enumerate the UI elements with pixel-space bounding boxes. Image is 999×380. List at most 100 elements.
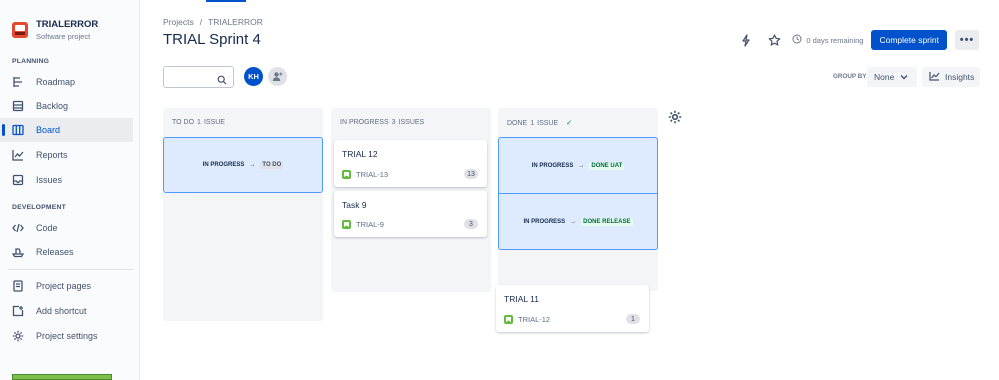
issue-key: TRIAL-13: [342, 170, 388, 179]
column-count: 1: [197, 119, 201, 126]
insights-chart-icon: [929, 71, 940, 83]
sidebar-item-label: Backlog: [36, 101, 69, 111]
project-name: TRIALERROR: [36, 19, 99, 30]
star-icon[interactable]: [764, 30, 784, 50]
insights-button[interactable]: Insights: [922, 67, 980, 87]
group-by-value: None: [874, 72, 895, 82]
complete-sprint-button[interactable]: Complete sprint: [871, 30, 947, 50]
sidebar-item-label: Add shortcut: [36, 306, 87, 316]
column-count-label: ISSUE: [537, 119, 559, 127]
add-shortcut-icon: [12, 305, 24, 317]
estimate-badge: 13: [464, 169, 478, 179]
issue-card[interactable]: Task 9 TRIAL-9 3: [334, 191, 487, 237]
board-column-in-progress: IN PROGRESS 3 ISSUES TRIAL 12 TRIAL-13 1…: [331, 108, 491, 292]
sidebar-item-code[interactable]: Code: [0, 216, 133, 240]
estimate-badge: 3: [464, 219, 478, 229]
days-remaining: 0 days remaining: [792, 34, 863, 46]
sidebar-item-label: Code: [36, 223, 58, 233]
releases-icon: [12, 246, 24, 258]
issue-card-title: Task 9: [342, 200, 367, 210]
issue-key-text: TRIAL-13: [356, 170, 389, 179]
sidebar-divider: [8, 269, 133, 270]
dragged-issue-card[interactable]: TRIAL 11 TRIAL-12 1: [496, 285, 649, 332]
sidebar-item-project-settings[interactable]: Project settings: [0, 324, 133, 348]
backlog-icon: [12, 100, 24, 112]
column-name: IN PROGRESS: [340, 119, 389, 126]
planning-section-label: PLANNING: [12, 58, 50, 65]
drop-from-status: IN PROGRESS: [531, 162, 574, 169]
issue-key: TRIAL-9: [342, 220, 384, 229]
drop-from-status: IN PROGRESS: [523, 218, 566, 225]
drop-to-status: DONE RELEASE: [581, 217, 633, 226]
top-accent-bar: [206, 0, 246, 2]
arrow-right-icon: →: [578, 162, 585, 169]
insights-label: Insights: [945, 72, 975, 82]
story-type-icon: [504, 315, 513, 324]
sidebar-item-label: Reports: [36, 150, 68, 160]
more-actions-button[interactable]: •••: [955, 30, 979, 50]
sidebar-item-label: Roadmap: [36, 77, 76, 87]
reports-icon: [12, 149, 24, 161]
lightning-icon[interactable]: [736, 30, 756, 50]
story-type-icon: [342, 170, 351, 179]
column-header: DONE 1 ISSUE ✓: [507, 119, 573, 128]
sidebar-item-project-pages[interactable]: Project pages: [0, 274, 133, 298]
project-type: Software project: [36, 32, 91, 41]
add-people-button[interactable]: [268, 67, 287, 86]
issues-icon: [12, 174, 24, 186]
roadmap-icon: [12, 76, 24, 88]
drop-from-status: IN PROGRESS: [202, 162, 245, 168]
sidebar-item-releases[interactable]: Releases: [0, 240, 133, 264]
gear-icon: [668, 110, 682, 124]
development-section-label: DEVELOPMENT: [12, 204, 66, 211]
board-icon: [12, 124, 24, 136]
issue-key-text: TRIAL-9: [356, 220, 384, 229]
breadcrumb-project[interactable]: TRIALERROR: [208, 17, 263, 27]
transition-drop-zone[interactable]: IN PROGRESS → DONE UAT: [498, 137, 658, 194]
sidebar-item-roadmap[interactable]: Roadmap: [0, 70, 133, 94]
sidebar-item-board[interactable]: Board: [0, 118, 133, 142]
sidebar-item-backlog[interactable]: Backlog: [0, 94, 133, 118]
breadcrumb: Projects / TRIALERROR: [163, 17, 263, 27]
group-by-label: GROUP BY: [833, 73, 867, 80]
transition-drop-zone[interactable]: IN PROGRESS → DONE RELEASE: [498, 193, 658, 250]
column-header: TO DO 1 ISSUE: [172, 119, 225, 126]
header-actions: 0 days remaining Complete sprint •••: [736, 30, 979, 50]
drop-to-status: TO DO: [260, 161, 284, 169]
issue-card-title: TRIAL 11: [504, 294, 539, 304]
sidebar-item-label: Project pages: [36, 281, 92, 291]
sidebar-item-reports[interactable]: Reports: [0, 143, 133, 167]
column-name: DONE: [507, 119, 528, 127]
project-header[interactable]: TRIALERROR Software project: [12, 19, 98, 41]
sidebar-item-label: Project settings: [36, 331, 98, 341]
code-icon: [12, 222, 24, 234]
breadcrumb-projects[interactable]: Projects: [163, 17, 194, 27]
board-column-done: DONE 1 ISSUE ✓ IN PROGRESS → DONE UAT IN…: [498, 108, 658, 291]
sidebar-item-add-shortcut[interactable]: Add shortcut: [0, 299, 133, 323]
sidebar-item-label: Releases: [36, 247, 74, 257]
issue-card-title: TRIAL 12: [342, 149, 378, 159]
column-count: 1: [530, 119, 535, 127]
column-count-label: ISSUES: [398, 119, 425, 126]
arrow-right-icon: →: [249, 162, 256, 168]
sidebar-item-label: Board: [36, 125, 61, 135]
board-search-input[interactable]: [163, 66, 234, 88]
board-settings-button[interactable]: [668, 110, 682, 129]
issue-key-text: TRIAL-12: [518, 315, 551, 324]
transition-drop-zone[interactable]: IN PROGRESS → TO DO: [163, 137, 323, 193]
column-count: 3: [391, 119, 396, 126]
arrow-right-icon: →: [570, 218, 577, 225]
story-type-icon: [342, 220, 351, 229]
issue-card[interactable]: TRIAL 12 TRIAL-13 13: [334, 140, 487, 187]
sidebar-item-label: Issues: [36, 175, 63, 185]
done-check-icon: ✓: [566, 120, 573, 127]
group-by-select[interactable]: None: [867, 67, 917, 87]
page-title: TRIAL Sprint 4: [163, 31, 261, 48]
drop-to-status: DONE UAT: [589, 161, 625, 170]
sidebar: TRIALERROR Software project PLANNING Roa…: [0, 0, 140, 380]
clock-icon: [792, 34, 802, 46]
column-count-label: ISSUE: [203, 119, 225, 126]
avatar[interactable]: KH: [244, 67, 263, 86]
sidebar-item-issues[interactable]: Issues: [0, 168, 133, 192]
sidebar-bottom-banner[interactable]: [12, 374, 112, 380]
